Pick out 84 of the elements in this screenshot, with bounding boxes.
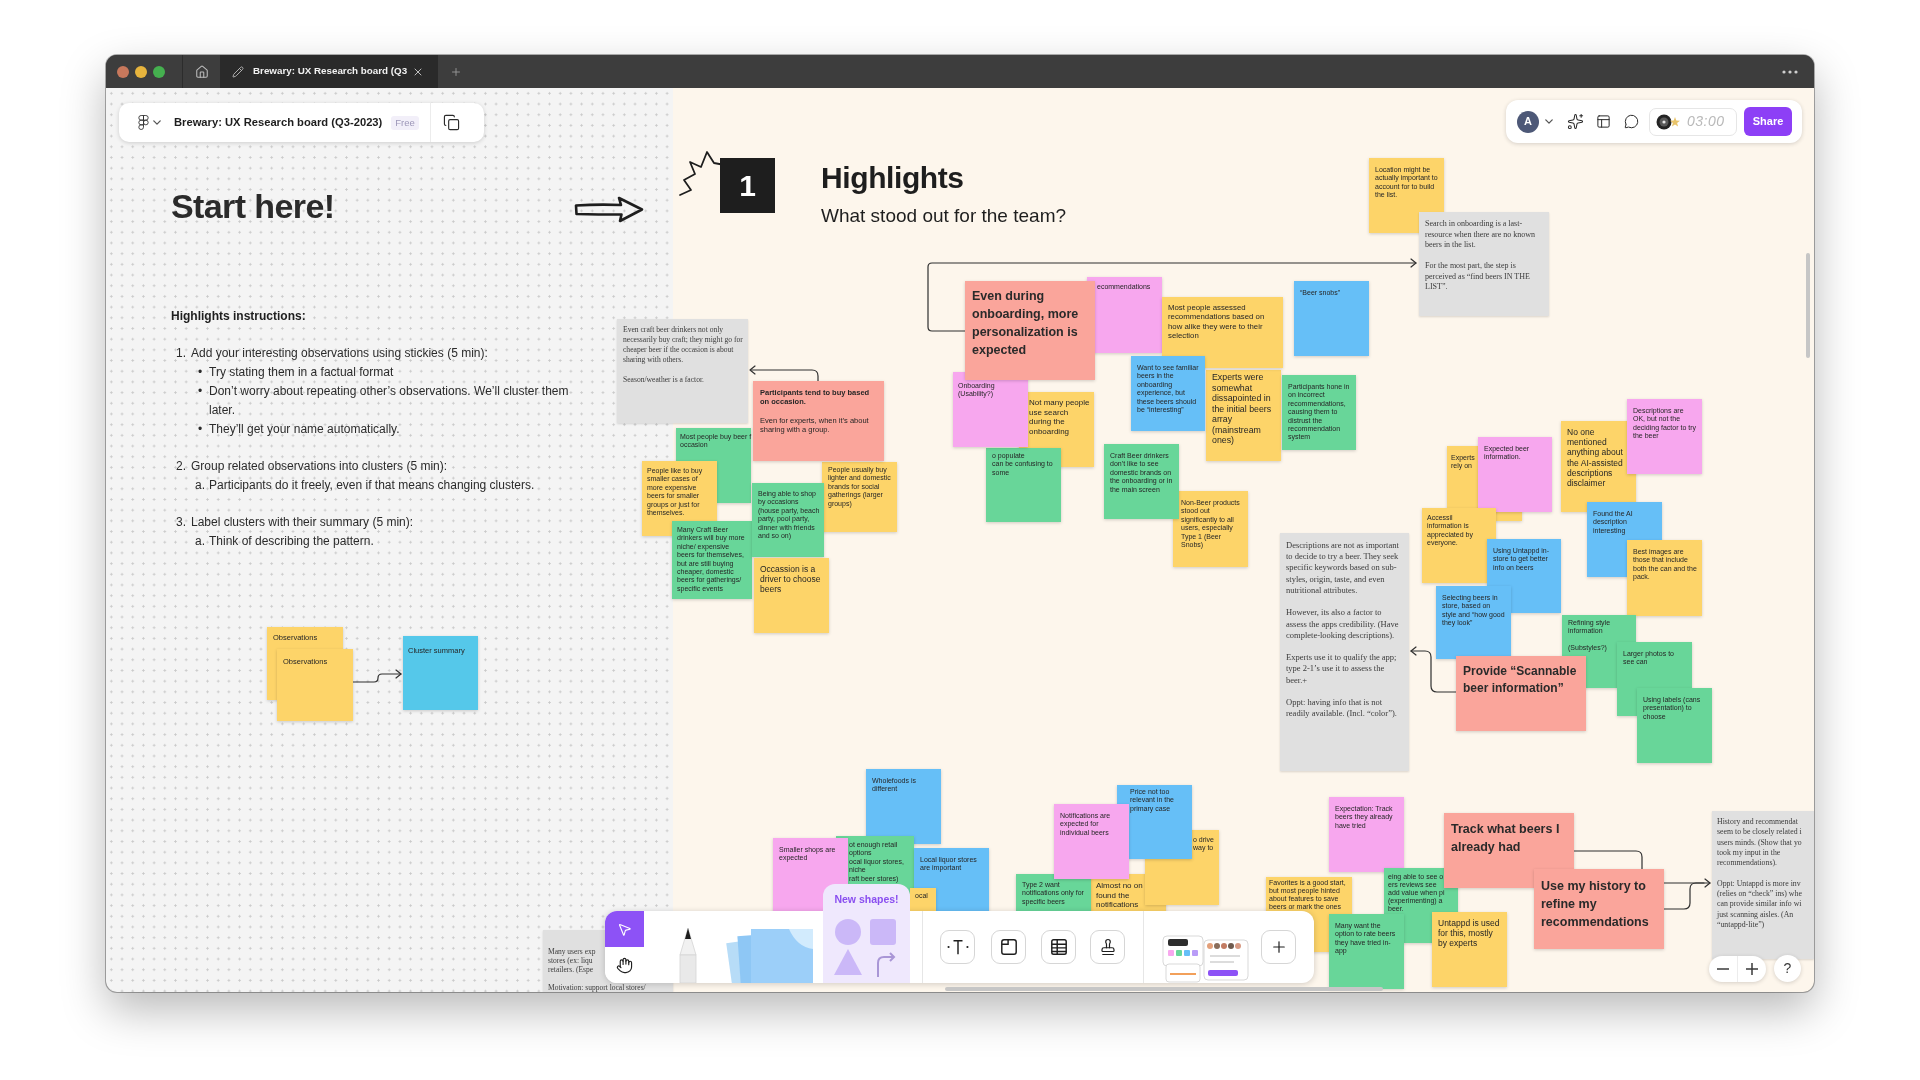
copy-icon — [442, 114, 460, 131]
comment-icon — [1624, 114, 1639, 129]
select-tool-button[interactable] — [605, 911, 644, 947]
new-tab-button[interactable] — [450, 65, 462, 78]
instruction-text: Add your interesting observations using stickies (5 min): — [191, 345, 488, 362]
more-icon — [1782, 69, 1798, 74]
home-icon — [195, 64, 209, 79]
summary-sticky-note: Use my history to refine my recommendations — [1534, 869, 1664, 949]
home-button[interactable] — [195, 64, 209, 79]
sparkle-icon — [1567, 113, 1584, 130]
hand-icon — [616, 956, 633, 974]
connector-line — [1663, 882, 1705, 910]
sticky-note: Experts were somewhat dissapointed in the initial beers array (mainstream ones) — [1206, 370, 1281, 461]
window-zoom-button[interactable] — [153, 65, 165, 78]
layout-icon — [1596, 114, 1611, 129]
horizontal-scrollbar[interactable] — [945, 987, 1383, 991]
list-number: 3. — [176, 514, 187, 531]
marker-tool-button[interactable] — [677, 925, 699, 983]
list-marker: • — [196, 364, 204, 381]
start-title: Start here! — [171, 189, 335, 223]
comment-button[interactable] — [1624, 114, 1639, 129]
sticky-note: Occassion is a driver to choose beers — [754, 558, 829, 633]
section-subtitle: What stood out for the team? — [821, 206, 1067, 225]
hand-tool-button[interactable] — [605, 947, 644, 983]
instruction-text: Think of describing the pattern. — [209, 533, 375, 550]
window-minimize-button[interactable] — [135, 65, 147, 78]
more-options-button[interactable] — [1782, 69, 1798, 74]
shapes-tool-button[interactable]: New shapes! — [823, 884, 910, 983]
connector-arrow — [1410, 646, 1457, 693]
plus-icon — [1746, 963, 1758, 975]
list-marker: • — [196, 421, 204, 438]
note-card: Descriptions are not as important to decide to try a beer. They seek specific keywords based on sub-styles, origin, taste, and even nutritional attributes. However, its also a factor to assess the apps credibility. (Have complete-looking descriptions). Experts use it to qualify the app; type 2-1’s use it to assess the beer.+ Oppt: having info that is not readily available. (Incl. “color”). — [1280, 533, 1409, 771]
stamp-icon — [1098, 938, 1117, 956]
add-tool-button[interactable] — [1261, 930, 1296, 964]
tab-title: Brewary: UX Research board (Q3 — [253, 64, 405, 79]
note-card: Search in onboarding is a last-resource when there are no known beers in the list. For the most part, the step is perceived as “find beers IN THE LIST”. — [1419, 212, 1549, 316]
instruction-text: Label clusters with their summary (5 min): — [191, 514, 414, 531]
duplicate-button[interactable] — [442, 114, 460, 131]
timer-display: 03:00 — [1687, 112, 1725, 131]
list-marker: • — [196, 383, 204, 400]
user-avatar[interactable]: A — [1517, 110, 1539, 133]
cursor-icon — [617, 921, 632, 937]
minus-icon — [1717, 968, 1729, 970]
section-icon — [999, 938, 1018, 956]
browser-tab[interactable]: Brewary: UX Research board (Q3 — [220, 55, 438, 88]
pencil-icon — [232, 65, 244, 78]
list-number: 1. — [176, 345, 187, 362]
connector-arrow — [749, 365, 819, 382]
ai-button[interactable] — [1567, 113, 1584, 130]
list-marker: a. — [194, 477, 206, 494]
marker-icon — [677, 925, 699, 983]
list-number: 2. — [176, 458, 187, 475]
section-title: Highlights — [821, 163, 964, 193]
vinyl-record-icon — [1656, 113, 1682, 130]
sticky-note: Untappd is used for this, mostly by experts — [1432, 912, 1507, 987]
instruction-text: They’ll get your name automatically. — [209, 421, 401, 438]
instruction-text: Don’t worry about repeating other’s observations. We’ll cluster them later. — [209, 383, 569, 419]
section-number: 1 — [720, 158, 775, 213]
plus-icon — [450, 65, 462, 78]
vertical-scrollbar[interactable] — [1806, 253, 1810, 358]
templates-button[interactable] — [1596, 114, 1611, 129]
chevron-down-icon[interactable] — [1545, 119, 1553, 124]
summary-sticky-note: Even during onboarding, more personalization is expected — [965, 281, 1095, 380]
file-title: Brewary: UX Research board (Q3-2023) — [174, 115, 383, 131]
instruction-text: Group related observations into clusters (5 min): — [191, 458, 448, 475]
summary-sticky-note: Provide “Scannable beer information” — [1456, 656, 1586, 731]
chevron-down-icon — [153, 120, 161, 125]
share-button[interactable]: Share — [1744, 107, 1792, 136]
stamp-tool-button[interactable] — [1090, 930, 1125, 964]
text-tool-button[interactable] — [940, 930, 975, 964]
hand-drawn-arrow — [574, 196, 644, 223]
table-icon — [1049, 938, 1068, 956]
connector-arrow — [352, 669, 402, 683]
section-tool-button[interactable] — [991, 930, 1026, 964]
logo-icon — [138, 115, 149, 130]
plan-badge: Free — [391, 115, 419, 130]
window-close-button[interactable] — [117, 65, 129, 78]
instruction-text: Participants do it freely, even if that means changing clusters. — [209, 477, 536, 494]
list-marker: a. — [194, 533, 206, 550]
instruction-text: Try stating them in a factual format — [209, 364, 395, 381]
instructions-heading: Highlights instructions: — [171, 309, 306, 324]
main-menu-button[interactable] — [138, 115, 161, 130]
table-tool-button[interactable] — [1041, 930, 1076, 964]
text-tool-icon — [946, 938, 969, 956]
